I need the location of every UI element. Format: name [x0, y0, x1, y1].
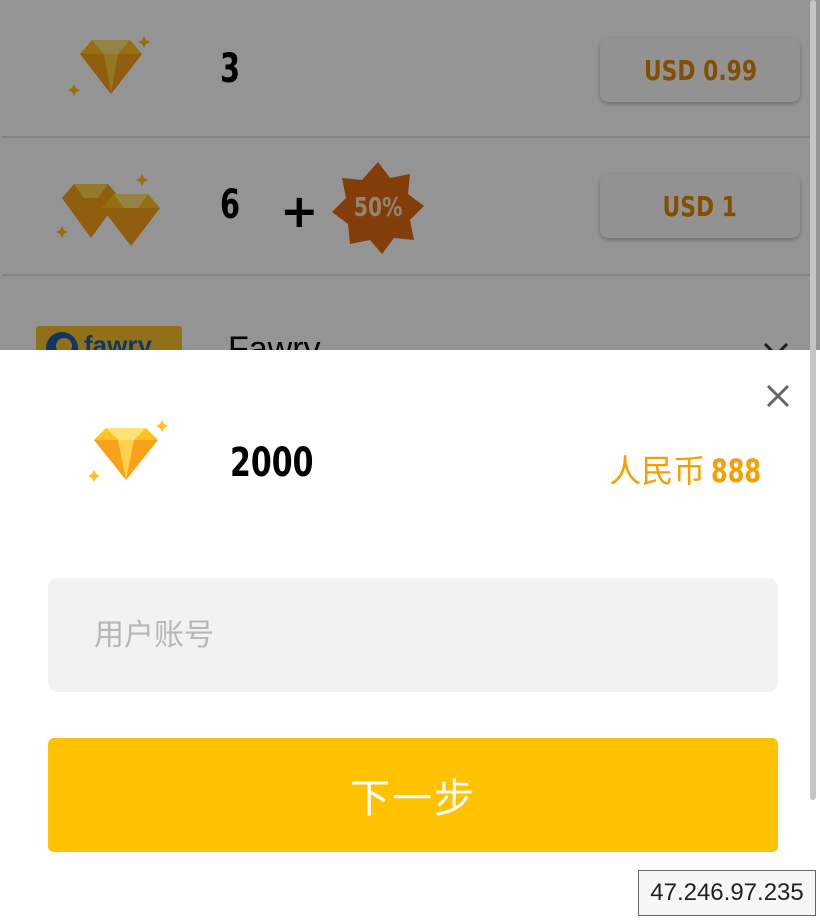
price-amount: 888 — [711, 452, 762, 490]
scrollbar[interactable] — [810, 0, 816, 800]
selected-quantity: 2000 — [230, 440, 314, 486]
close-icon[interactable] — [762, 380, 794, 412]
modal-overlay[interactable] — [0, 0, 820, 350]
selected-price: 人民币 888 — [609, 446, 778, 492]
currency-label: 人民币 — [609, 452, 706, 490]
diamond-icon — [84, 418, 174, 493]
account-input[interactable] — [48, 578, 778, 692]
next-step-button[interactable]: 下一步 — [48, 738, 778, 852]
ip-address-label: 47.246.97.235 — [638, 870, 816, 916]
